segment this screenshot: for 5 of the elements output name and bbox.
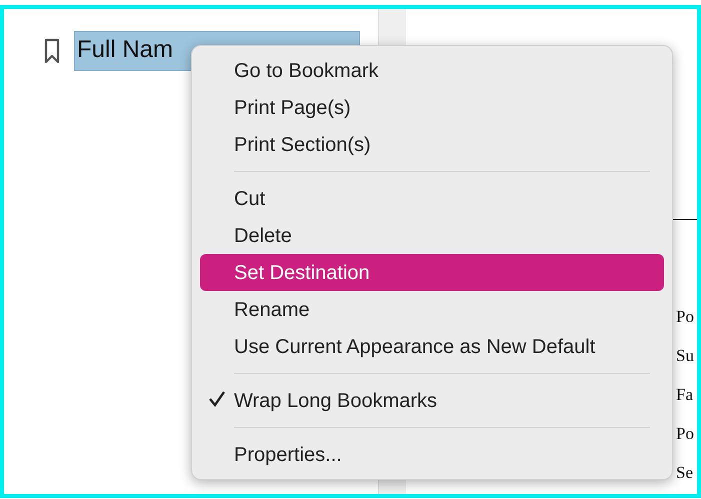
document-text: Fa bbox=[676, 385, 693, 404]
document-text: Po bbox=[676, 307, 694, 326]
document-text: Se bbox=[676, 463, 693, 482]
document-text: Po bbox=[676, 424, 694, 443]
document-text: Su bbox=[676, 346, 694, 365]
